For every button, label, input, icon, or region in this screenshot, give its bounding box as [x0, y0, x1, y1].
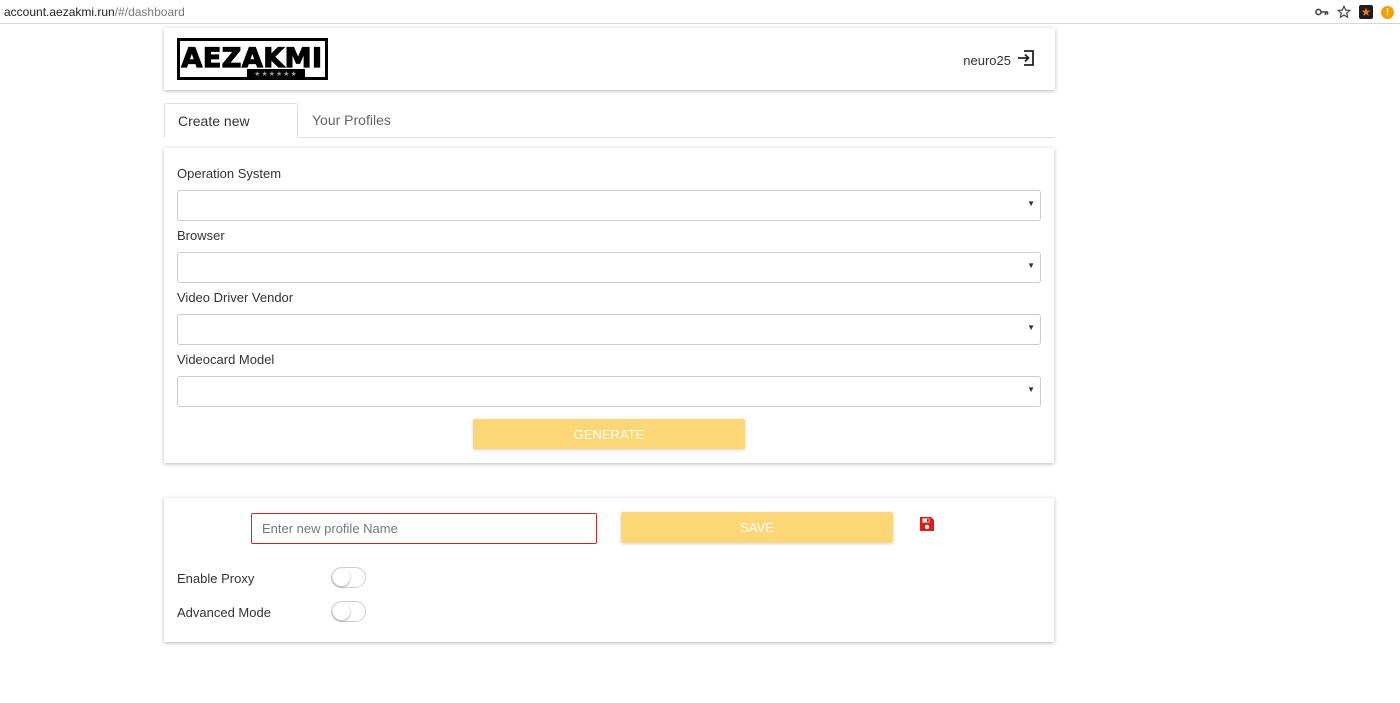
floppy-disk-icon[interactable]: [919, 516, 935, 532]
video-driver-vendor-select[interactable]: ▼: [177, 314, 1041, 345]
browser-address-bar[interactable]: account.aezakmi.run/#/dashboard ★ !: [0, 0, 1400, 24]
logout-icon[interactable]: [1017, 50, 1035, 71]
caret-down-icon: ▼: [1027, 199, 1035, 208]
header-card: AEZAKMI ★★★★★★ neuro25: [164, 28, 1055, 90]
tab-your-profiles[interactable]: Your Profiles: [299, 103, 404, 138]
enable-proxy-toggle[interactable]: [331, 567, 366, 588]
url-text[interactable]: account.aezakmi.run/#/dashboard: [4, 5, 185, 19]
extension-icon[interactable]: ★: [1359, 5, 1373, 19]
profile-tabs: Create new profile Your Profiles: [164, 103, 1055, 164]
generate-button[interactable]: GENERATE: [473, 419, 745, 449]
url-host: account.aezakmi.run: [4, 5, 115, 19]
videocard-model-label: Videocard Model: [177, 352, 275, 367]
star-icon[interactable]: [1337, 5, 1351, 19]
operation-system-label: Operation System: [177, 166, 282, 181]
svg-text:★★★★★★: ★★★★★★: [254, 70, 298, 78]
caret-down-icon: ▼: [1027, 323, 1035, 332]
video-driver-vendor-label: Video Driver Vendor: [177, 290, 294, 305]
profile-generator-card: Operation System ▼ Browser ▼ Video Drive…: [164, 148, 1054, 463]
save-profile-card: SAVE Enable Proxy Advanced Mode: [164, 498, 1054, 642]
save-button[interactable]: SAVE: [621, 512, 893, 543]
browser-label: Browser: [177, 228, 225, 243]
advanced-mode-toggle[interactable]: [331, 601, 366, 622]
videocard-model-select[interactable]: ▼: [177, 376, 1041, 407]
caret-down-icon: ▼: [1027, 261, 1035, 270]
profile-name-input[interactable]: [251, 513, 597, 544]
browser-select[interactable]: ▼: [177, 252, 1041, 283]
key-icon[interactable]: [1315, 7, 1329, 17]
browser-toolbar-icons: ★ !: [1315, 3, 1394, 21]
caret-down-icon: ▼: [1027, 385, 1035, 394]
toggle-knob: [333, 569, 350, 586]
username: neuro25: [963, 53, 1011, 68]
url-path: /#/dashboard: [114, 5, 185, 19]
operation-system-select[interactable]: ▼: [177, 190, 1041, 221]
user-box: neuro25: [963, 50, 1035, 71]
alert-icon[interactable]: !: [1381, 5, 1394, 19]
toggle-knob: [333, 603, 350, 620]
aezakmi-logo[interactable]: AEZAKMI ★★★★★★: [177, 38, 328, 80]
advanced-mode-label: Advanced Mode: [177, 605, 271, 620]
enable-proxy-label: Enable Proxy: [177, 571, 255, 586]
tab-create-new-profile[interactable]: Create new profile: [164, 103, 298, 164]
